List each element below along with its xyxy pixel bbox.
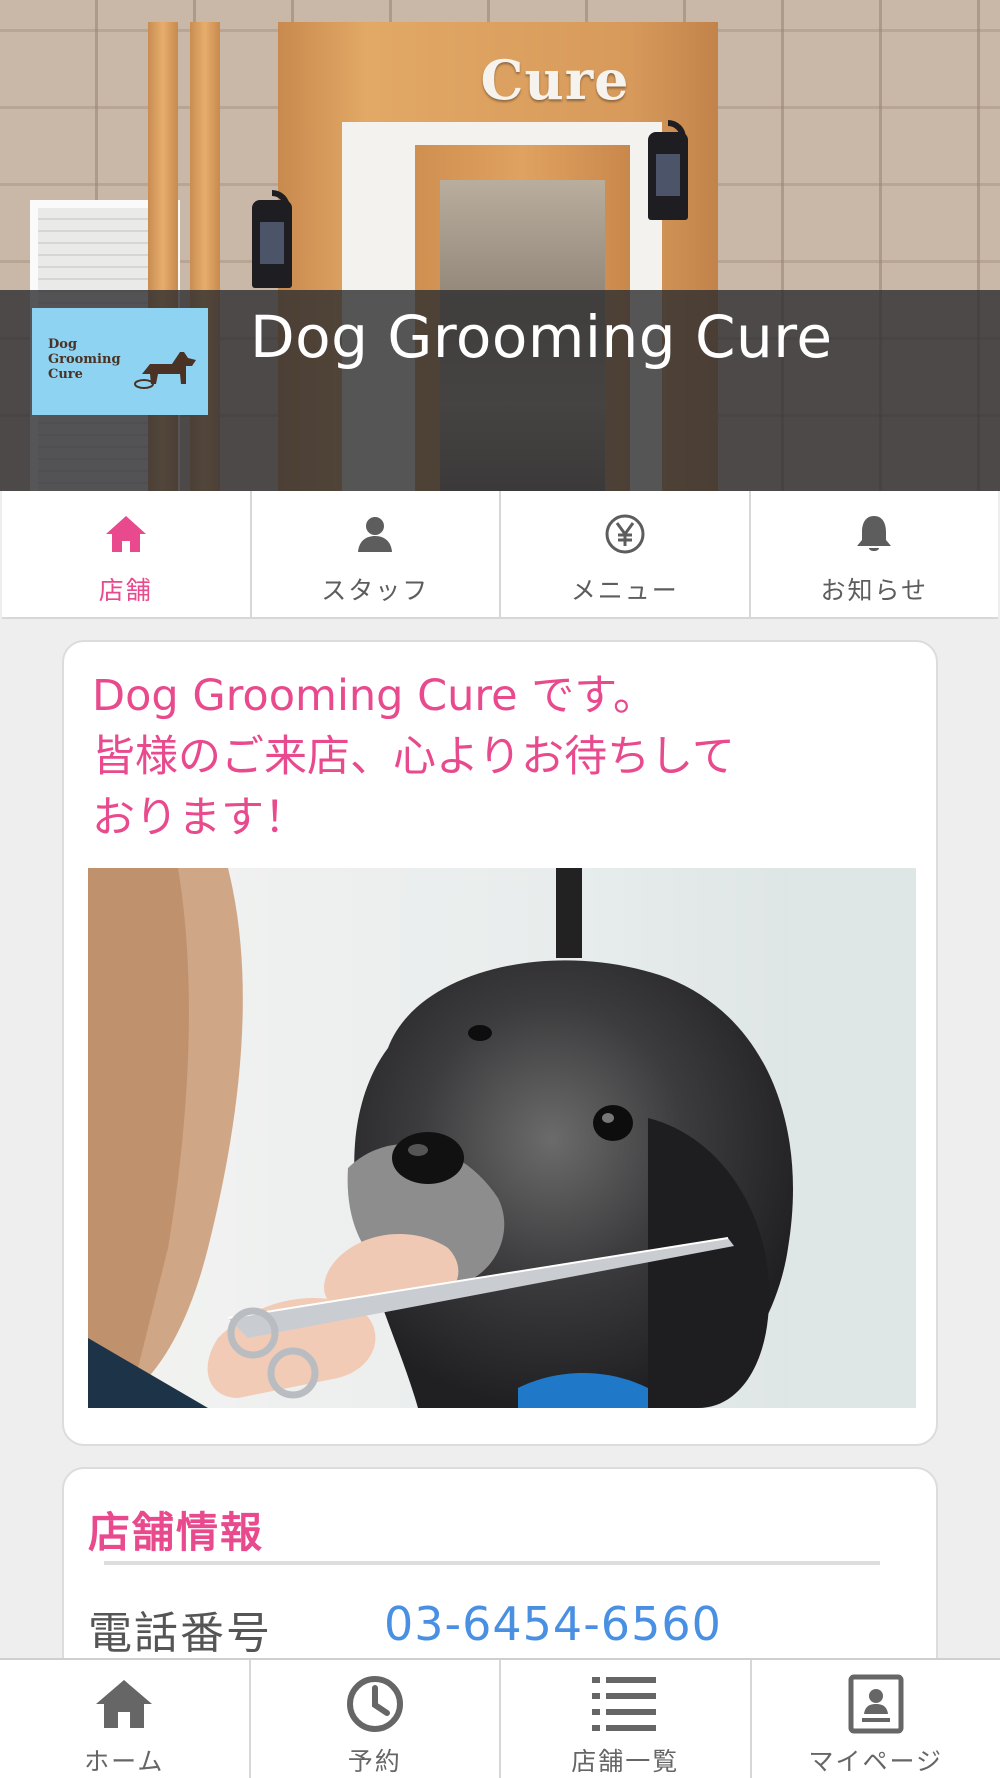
header-banner: Cure Dog Grooming Cure Dog Grooming Cure	[0, 0, 1000, 491]
nav-home[interactable]: ホーム	[0, 1660, 251, 1778]
bell-icon	[851, 511, 897, 557]
dog-logo-icon	[134, 352, 196, 389]
tab-menu[interactable]: メニュー	[501, 491, 751, 617]
tab-store[interactable]: 店舗	[2, 491, 252, 617]
yen-icon	[602, 511, 648, 557]
grooming-photo	[88, 868, 916, 1408]
nav-store-list[interactable]: 店舗一覧	[501, 1660, 752, 1778]
phone-label: 電話番号	[88, 1608, 272, 1659]
store-info-title: 店舗情報	[88, 1508, 265, 1557]
divider	[104, 1561, 880, 1565]
phone-link[interactable]: 03-6454-6560	[384, 1597, 722, 1651]
nav-reservation[interactable]: 予約	[251, 1660, 501, 1778]
list-icon	[590, 1674, 660, 1734]
shop-logo: Dog Grooming Cure	[32, 308, 208, 415]
lantern-icon	[648, 132, 688, 220]
lantern-icon	[252, 200, 292, 288]
profile-card-icon	[841, 1674, 911, 1734]
nav-mypage[interactable]: マイページ	[752, 1660, 1000, 1778]
welcome-message: Dog Grooming Cure です。 皆様のご来店、心よりお待ちして おり…	[92, 671, 735, 843]
person-icon	[352, 511, 398, 557]
logo-text: Dog Grooming Cure	[48, 337, 121, 382]
category-tabs: 店舗 スタッフ メニュー お知らせ	[2, 491, 998, 619]
shop-sign: Cure	[480, 48, 630, 112]
home-icon	[103, 511, 149, 557]
home-icon	[89, 1674, 159, 1734]
tab-news[interactable]: お知らせ	[751, 491, 999, 617]
tab-staff[interactable]: スタッフ	[252, 491, 501, 617]
clock-icon	[340, 1674, 410, 1734]
bottom-nav: ホーム 予約 店舗一覧 マイページ	[0, 1658, 1000, 1778]
welcome-card: Dog Grooming Cure です。 皆様のご来店、心よりお待ちして おり…	[62, 640, 938, 1446]
page-title: Dog Grooming Cure	[250, 303, 833, 371]
